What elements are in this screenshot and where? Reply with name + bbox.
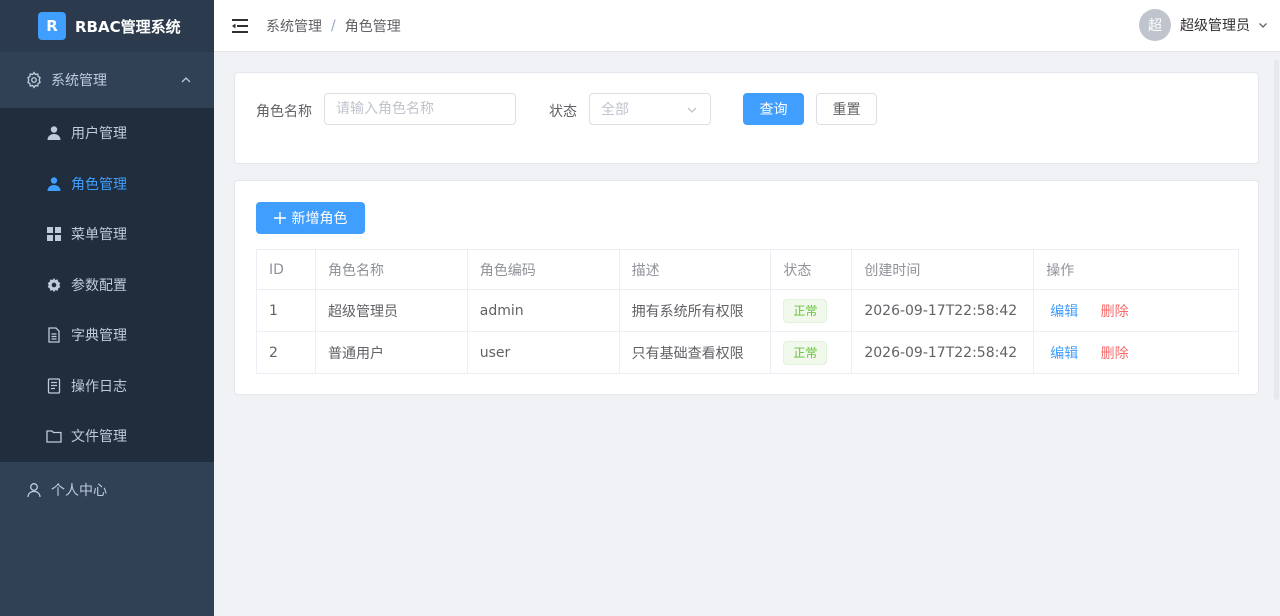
column-header: 状态 xyxy=(770,249,853,290)
person-icon xyxy=(25,481,43,499)
cell-code: admin xyxy=(466,289,620,332)
status-label: 状态 xyxy=(549,104,577,120)
log-icon xyxy=(46,378,62,394)
search-form-card: 角色名称 状态 全部 查询 重置 xyxy=(234,72,1259,164)
user-icon xyxy=(46,176,62,192)
column-header: 操作 xyxy=(1033,249,1239,290)
top-header: 系统管理 / 角色管理 超 超级管理员 xyxy=(214,0,1280,52)
column-header: 角色名称 xyxy=(314,249,468,290)
edit-button[interactable]: 编辑 xyxy=(1050,304,1078,320)
role-name-label: 角色名称 xyxy=(256,104,312,120)
plus-icon xyxy=(273,212,286,224)
cell-created: 2026-09-17T22:58:42 xyxy=(851,331,1035,374)
sidebar-item-files[interactable]: 文件管理 xyxy=(0,411,214,462)
table-row: 1 超级管理员 admin 拥有系统所有权限 正常 2026-09-17T22:… xyxy=(256,289,1239,332)
breadcrumb-item[interactable]: 系统管理 xyxy=(266,16,322,36)
scrollbar-thumb[interactable] xyxy=(1274,60,1279,400)
sidebar-item-label: 角色管理 xyxy=(71,176,127,193)
status-badge: 正常 xyxy=(783,298,828,323)
grid-icon xyxy=(46,226,62,242)
role-table: ID 角色名称 角色编码 描述 状态 创建时间 操作 1 超级管理员 admin… xyxy=(256,249,1239,374)
sidebar-item-label: 操作日志 xyxy=(71,378,127,395)
status-badge: 正常 xyxy=(783,340,828,365)
sidebar-item-menus[interactable]: 菜单管理 xyxy=(0,209,214,260)
sidebar-item-label: 文件管理 xyxy=(71,429,127,446)
sidebar-menu-system-label: 系统管理 xyxy=(51,73,107,89)
cell-id: 1 xyxy=(256,289,316,332)
delete-button[interactable]: 删除 xyxy=(1101,346,1129,362)
table-row: 2 普通用户 user 只有基础查看权限 正常 2026-09-17T22:58… xyxy=(256,331,1239,374)
reset-button[interactable]: 重置 xyxy=(816,93,877,125)
sidebar: R RBAC管理系统 系统管理 用户管理 角色管理 菜单管理 参数配置 字典管理… xyxy=(0,0,214,616)
chevron-down-icon[interactable] xyxy=(1258,20,1268,30)
column-header: ID xyxy=(256,249,316,290)
brand-title: RBAC管理系统 xyxy=(75,17,181,36)
status-select-value: 全部 xyxy=(601,102,629,118)
breadcrumb-separator: / xyxy=(331,17,336,34)
cell-desc: 只有基础查看权限 xyxy=(618,331,772,374)
sidebar-item-profile[interactable]: 个人中心 xyxy=(0,462,214,518)
sidebar-item-label: 参数配置 xyxy=(71,277,127,294)
sidebar-item-label: 个人中心 xyxy=(51,482,107,499)
cell-status: 正常 xyxy=(770,331,853,374)
cell-code: user xyxy=(466,331,620,374)
chevron-down-icon xyxy=(686,104,698,116)
edit-button[interactable]: 编辑 xyxy=(1050,346,1078,362)
sidebar-menu-system[interactable]: 系统管理 xyxy=(0,52,214,108)
submenu-system: 用户管理 角色管理 菜单管理 参数配置 字典管理 操作日志 文件管理 xyxy=(0,108,214,462)
cell-actions: 编辑 删除 xyxy=(1033,331,1239,374)
role-table-card: 新增角色 ID 角色名称 角色编码 描述 状态 创建时间 操作 1 超级管理员 … xyxy=(234,180,1259,395)
chevron-up-icon xyxy=(180,74,192,86)
document-icon xyxy=(46,327,62,343)
user-menu[interactable]: 超 超级管理员 xyxy=(1139,9,1268,41)
cog-icon xyxy=(46,277,62,293)
cell-desc: 拥有系统所有权限 xyxy=(618,289,772,332)
sidebar-item-users[interactable]: 用户管理 xyxy=(0,108,214,159)
avatar[interactable]: 超 xyxy=(1139,9,1171,41)
delete-button[interactable]: 删除 xyxy=(1101,304,1129,320)
cell-name: 普通用户 xyxy=(314,331,468,374)
column-header: 角色编码 xyxy=(466,249,620,290)
breadcrumb: 系统管理 / 角色管理 xyxy=(266,16,401,36)
cell-status: 正常 xyxy=(770,289,853,332)
user-icon xyxy=(46,125,62,141)
page-scrollbar[interactable] xyxy=(1272,0,1280,616)
table-header-row: ID 角色名称 角色编码 描述 状态 创建时间 操作 xyxy=(256,249,1239,290)
sidebar-item-roles[interactable]: 角色管理 xyxy=(0,159,214,210)
add-role-label: 新增角色 xyxy=(291,211,348,227)
folder-icon xyxy=(46,428,62,444)
sidebar-item-dict[interactable]: 字典管理 xyxy=(0,310,214,361)
brand-logo: R xyxy=(38,12,66,40)
sidebar-item-label: 字典管理 xyxy=(71,328,127,345)
sidebar-item-label: 菜单管理 xyxy=(71,227,127,244)
brand: R RBAC管理系统 xyxy=(0,0,214,52)
sidebar-item-label: 用户管理 xyxy=(71,126,127,143)
sidebar-item-logs[interactable]: 操作日志 xyxy=(0,361,214,412)
sidebar-item-config[interactable]: 参数配置 xyxy=(0,260,214,311)
query-button[interactable]: 查询 xyxy=(743,93,804,125)
user-name[interactable]: 超级管理员 xyxy=(1180,15,1250,35)
add-role-button[interactable]: 新增角色 xyxy=(256,202,365,234)
role-name-input[interactable] xyxy=(324,93,516,125)
cell-created: 2026-09-17T22:58:42 xyxy=(851,289,1035,332)
menu-toggle-icon[interactable] xyxy=(232,18,248,33)
breadcrumb-current: 角色管理 xyxy=(344,18,401,35)
cell-actions: 编辑 删除 xyxy=(1033,289,1239,332)
column-header: 描述 xyxy=(618,249,772,290)
gear-icon xyxy=(25,71,43,89)
cell-name: 超级管理员 xyxy=(314,289,468,332)
cell-id: 2 xyxy=(256,331,316,374)
column-header: 创建时间 xyxy=(851,249,1035,290)
status-select[interactable]: 全部 xyxy=(589,93,711,125)
